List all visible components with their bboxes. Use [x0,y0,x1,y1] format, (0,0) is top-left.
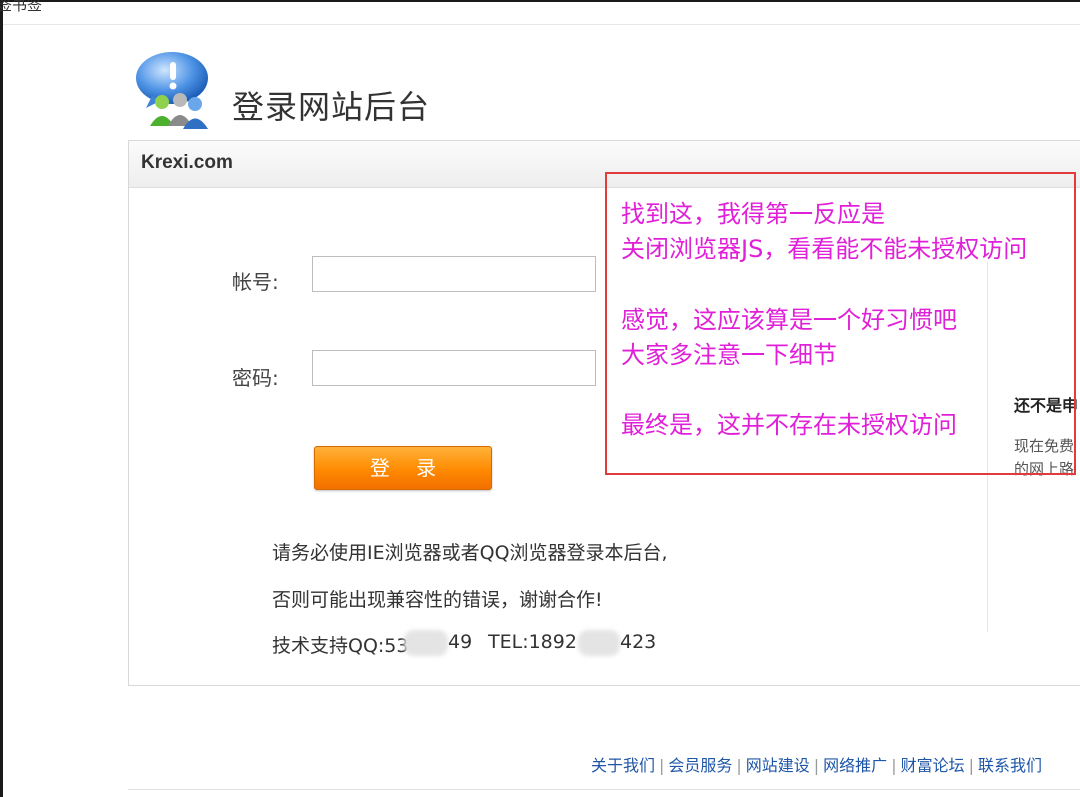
footer-separator: | [813,756,820,775]
password-label: 密码: [232,366,279,390]
account-label: 帐号: [232,270,279,294]
annotation-line-4: 大家多注意一下细节 [621,341,837,369]
annotation-line-5: 最终是，这并不存在未授权访问 [621,411,957,439]
annotation-line-1: 找到这，我得第一反应是 [621,200,885,228]
footer-links: 关于我们 | 会员服务 | 网站建设 | 网络推广 | 财富论坛 | 联系我们 [591,752,1042,776]
footer-separator: | [658,756,665,775]
annotation-line-2: 关闭浏览器JS，看看能不能未授权访问 [621,235,1028,263]
window-frame-left [0,0,3,797]
footer-link-membership[interactable]: 会员服务 [668,756,732,775]
support-qq-suffix: 49 [448,631,473,653]
login-button[interactable]: 登 录 [314,446,492,490]
annotation-line-3: 感觉，这应该算是一个好习惯吧 [621,306,957,334]
redaction-blur-qq [404,630,448,656]
footer-link-forum[interactable]: 财富论坛 [901,756,965,775]
support-tel-prefix: TEL:1892 [488,631,577,653]
support-tel-suffix: 423 [620,631,657,653]
footer-link-promotion[interactable]: 网络推广 [823,756,887,775]
page-title: 登录网站后台 [232,88,431,126]
browser-notice-line2: 否则可能出现兼容性的错误，谢谢合作! [272,589,603,611]
site-name: Krexi.com [141,152,233,173]
account-input[interactable] [312,256,596,292]
footer-divider [128,789,1080,790]
footer-link-contact[interactable]: 联系我们 [978,756,1042,775]
bookmark-label[interactable]: 签书签 [0,0,42,15]
bookmark-bar: 签书签 [0,0,1080,25]
password-input[interactable] [312,350,596,386]
users-group-icon [132,50,214,130]
footer-separator: | [736,756,742,775]
browser-notice-line1: 请务必使用IE浏览器或者QQ浏览器登录本后台, [272,542,668,564]
redaction-blur-tel [578,630,620,656]
support-qq-prefix: 技术支持QQ:53 [272,635,409,657]
footer-separator: | [891,756,897,775]
footer-link-about[interactable]: 关于我们 [591,756,655,775]
footer-link-website-building[interactable]: 网站建设 [746,756,810,775]
footer-separator: | [968,756,974,775]
